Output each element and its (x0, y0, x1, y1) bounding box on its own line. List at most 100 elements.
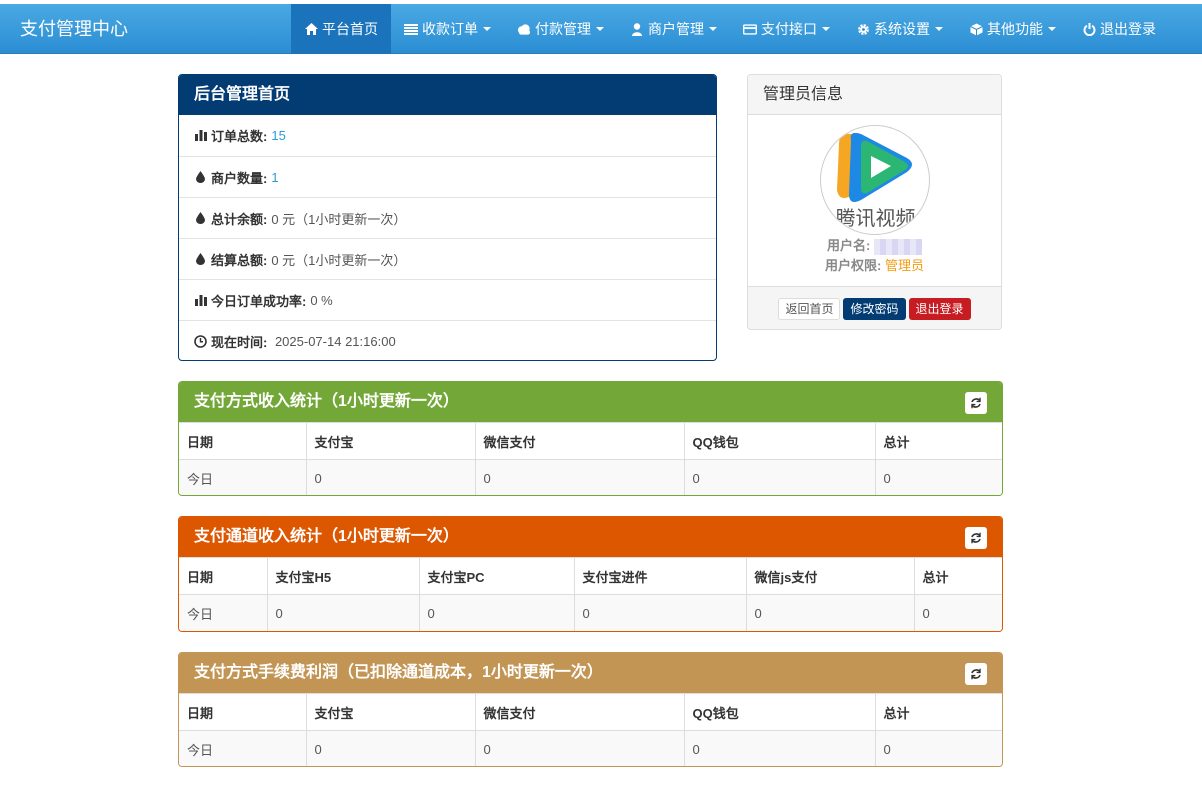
table-cell: 0 (419, 594, 575, 631)
caret-down-icon (1048, 27, 1056, 31)
refresh-button[interactable] (965, 663, 987, 685)
admin-body: 腾讯视频 用户名: 用户权限: 管理员 (748, 115, 1001, 286)
table-row: 今日 0 0 0 0 0 (179, 594, 1002, 631)
drop-icon (194, 212, 207, 225)
nav-item-merchants[interactable]: 商户管理 (617, 4, 730, 54)
admin-actions: 返回首页 修改密码 退出登录 (748, 286, 1001, 329)
row-label: 订单总数: (211, 129, 268, 144)
panel-heading: 支付通道收入统计（1小时更新一次） (179, 517, 1002, 557)
table-cell: 今日 (179, 594, 268, 631)
table-cell: 今日 (179, 459, 307, 495)
main-nav: 平台首页 收款订单 付款管理 商户管理 支付接口 系统设置 其他功能 退出登录 (291, 4, 1169, 54)
nav-item-logout[interactable]: 退出登录 (1069, 4, 1169, 54)
list-item-current-time: 现在时间: 2025-07-14 21:16:00 (179, 320, 716, 360)
nav-label: 系统设置 (874, 21, 930, 37)
list-item-total-balance: 总计余额: 0 元（1小时更新一次） (179, 197, 716, 238)
username-redacted (873, 238, 922, 255)
home-summary-panel: 后台管理首页 订单总数: 15 商户数量: 1 总计余额: 0 元（1小时更新一… (178, 74, 717, 361)
nav-item-payment-api[interactable]: 支付接口 (730, 4, 843, 54)
table-cell: 0 (306, 730, 476, 766)
column-header: 支付宝 (306, 693, 476, 731)
nav-label: 其他功能 (987, 21, 1043, 37)
row-label: 总计余额: (211, 211, 268, 227)
credit-card-icon (743, 22, 757, 36)
back-home-button[interactable]: 返回首页 (778, 297, 841, 320)
table-cell: 今日 (179, 730, 307, 766)
drop-icon (194, 171, 207, 184)
avatar-logo-text: 腾讯视频 (835, 206, 916, 230)
nav-item-orders[interactable]: 收款订单 (391, 4, 504, 54)
panel-title: 支付方式收入统计（1小时更新一次） (194, 393, 459, 410)
row-label: 结算总额: (211, 252, 268, 268)
table-cell: 0 (684, 730, 876, 766)
logout-button[interactable]: 退出登录 (908, 297, 971, 320)
success-rate-value: 0 % (310, 292, 333, 308)
change-password-button[interactable]: 修改密码 (843, 297, 906, 320)
clock-icon (194, 334, 207, 348)
username-label: 用户名: (827, 238, 871, 253)
column-header: 微信js支付 (746, 557, 915, 595)
column-header: 支付宝进件 (574, 557, 747, 595)
bar-chart-icon (194, 129, 207, 142)
order-total-value[interactable]: 15 (271, 128, 285, 143)
role-label: 用户权限: (825, 258, 882, 273)
table-cell: 0 (746, 594, 915, 631)
column-header: 总计 (914, 557, 1002, 595)
column-header: 日期 (179, 422, 307, 460)
nav-label: 收款订单 (422, 21, 478, 37)
column-header: QQ钱包 (684, 693, 876, 731)
column-header: 日期 (179, 557, 268, 595)
current-time-value: 2025-07-14 21:16:00 (271, 333, 396, 349)
refresh-icon (971, 668, 981, 680)
row-label: 现在时间: (211, 334, 268, 350)
nav-item-payout[interactable]: 付款管理 (504, 4, 617, 54)
payment-method-income-panel: 支付方式收入统计（1小时更新一次） 日期 支付宝 微信支付 QQ钱包 总计 今日… (178, 381, 1003, 496)
table-cell: 0 (475, 459, 685, 495)
nav-item-home[interactable]: 平台首页 (291, 4, 391, 54)
table-cell: 0 (574, 594, 747, 631)
nav-item-other[interactable]: 其他功能 (956, 4, 1069, 54)
refresh-button[interactable] (965, 527, 987, 549)
table-cell: 0 (875, 730, 1002, 766)
table-header-row: 日期 支付宝 微信支付 QQ钱包 总计 (179, 422, 1002, 460)
column-header: 微信支付 (475, 693, 685, 731)
user-icon (630, 22, 644, 36)
brand-title[interactable]: 支付管理中心 (20, 4, 128, 54)
power-icon (1082, 22, 1096, 36)
admin-info-panel: 管理员信息 腾讯视频 用户名: 用户权限: 管理员 返回首页 修改密码 退出登录 (747, 74, 1002, 330)
panel-title: 支付方式手续费利润（已扣除通道成本，1小时更新一次） (194, 664, 603, 681)
caret-down-icon (709, 27, 717, 31)
panel-title: 后台管理首页 (179, 75, 716, 115)
table-cell: 0 (914, 594, 1002, 631)
table-header-row: 日期 支付宝 微信支付 QQ钱包 总计 (179, 693, 1002, 731)
refresh-button[interactable] (965, 392, 987, 414)
settlement-total-value: 0 元（1小时更新一次） (271, 252, 407, 268)
username-line: 用户名: (748, 236, 1001, 256)
merchant-count-value[interactable]: 1 (271, 170, 278, 185)
list-item-merchant-count: 商户数量: 1 (179, 156, 716, 197)
panel-title: 管理员信息 (748, 75, 1001, 115)
list-item-success-rate: 今日订单成功率: 0 % (179, 279, 716, 320)
stats-table: 日期 支付宝H5 支付宝PC 支付宝进件 微信js支付 总计 今日 0 0 0 … (179, 557, 1002, 631)
panel-heading: 支付方式手续费利润（已扣除通道成本，1小时更新一次） (179, 653, 1002, 693)
panel-title: 支付通道收入统计（1小时更新一次） (194, 528, 459, 545)
list-icon (404, 22, 418, 36)
gear-icon (856, 22, 870, 36)
row-label: 今日订单成功率: (211, 293, 307, 309)
role-value: 管理员 (884, 258, 924, 273)
table-cell: 0 (306, 459, 476, 495)
table-cell: 0 (684, 459, 876, 495)
list-item-order-total: 订单总数: 15 (179, 115, 716, 156)
refresh-icon (971, 397, 981, 409)
caret-down-icon (935, 27, 943, 31)
table-row: 今日 0 0 0 0 (179, 459, 1002, 495)
nav-label: 商户管理 (648, 21, 704, 37)
nav-item-settings[interactable]: 系统设置 (843, 4, 956, 54)
column-header: 总计 (875, 693, 1002, 731)
nav-label: 付款管理 (535, 21, 591, 37)
cube-icon (969, 22, 983, 36)
table-cell: 0 (875, 459, 1002, 495)
column-header: 微信支付 (475, 422, 685, 460)
table-cell: 0 (267, 594, 420, 631)
column-header: 支付宝 (306, 422, 476, 460)
